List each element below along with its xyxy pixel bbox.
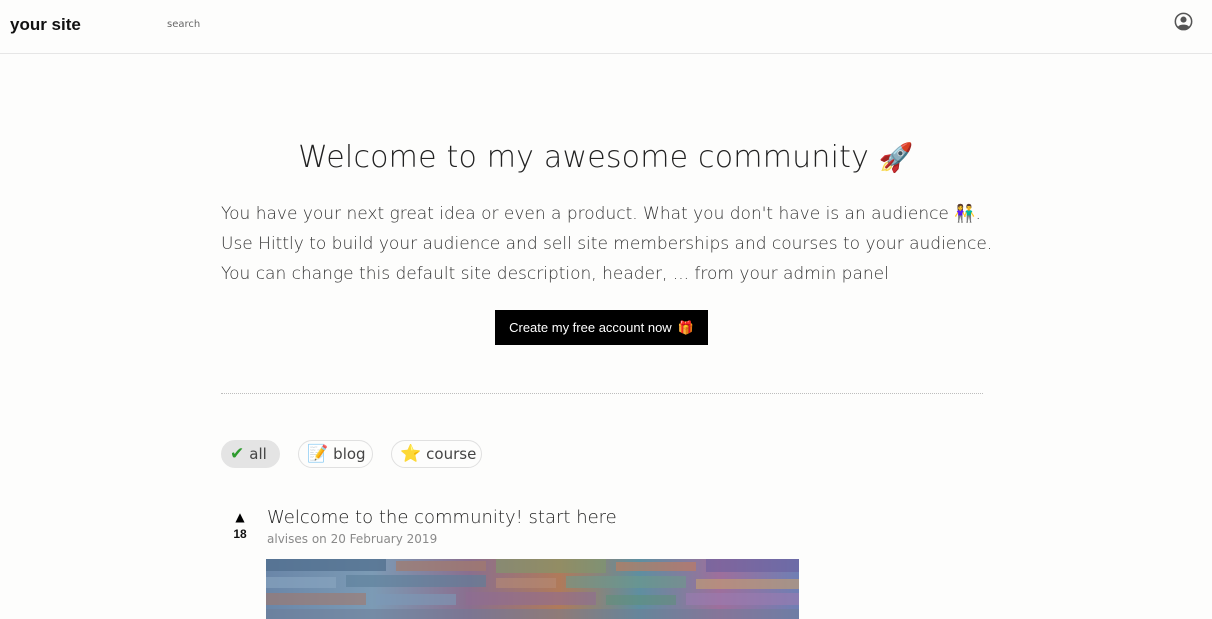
site-name[interactable]: your site	[10, 15, 81, 35]
description-line-3: You can change this default site descrip…	[221, 264, 889, 284]
memo-icon: 📝	[307, 443, 329, 464]
filter-label: blog	[333, 445, 366, 463]
create-account-label: Create my free account now	[509, 320, 672, 335]
post-title[interactable]: Welcome to the community! start here	[267, 507, 617, 528]
search-input[interactable]	[163, 14, 371, 34]
description-line-2: Use Hittly to build your audience and se…	[221, 234, 993, 254]
star-icon: ⭐	[400, 443, 422, 464]
divider	[221, 393, 983, 394]
upvote-arrow-icon: ▲	[235, 510, 245, 524]
gift-icon: 🎁	[677, 319, 694, 335]
post-cover-image[interactable]	[266, 559, 799, 619]
site-description: You have your next great idea or even a …	[221, 199, 1001, 289]
top-bar: your site	[0, 0, 1212, 54]
check-mark-icon: ✔	[230, 443, 245, 464]
filter-label: course	[426, 445, 477, 463]
filter-all[interactable]: ✔ all	[221, 440, 280, 468]
filter-label: all	[249, 445, 267, 463]
hero-title: Welcome to my awesome community 🚀	[0, 140, 1212, 175]
post-cover-graphic	[266, 559, 799, 619]
upvote-button[interactable]: ▲ 18	[229, 511, 251, 541]
hero-title-text: Welcome to my awesome community	[298, 140, 870, 175]
filter-blog[interactable]: 📝 blog	[298, 440, 373, 468]
post-meta: alvises on 20 February 2019	[267, 532, 438, 546]
couple-icon: 👫	[954, 204, 976, 224]
filter-course[interactable]: ⭐ course	[391, 440, 482, 468]
vote-count: 18	[233, 527, 247, 541]
rocket-icon: 🚀	[878, 141, 914, 174]
user-circle-icon[interactable]	[1174, 12, 1193, 31]
description-line-1: You have your next great idea or even a …	[221, 204, 981, 224]
create-account-button[interactable]: Create my free account now 🎁	[495, 310, 708, 345]
